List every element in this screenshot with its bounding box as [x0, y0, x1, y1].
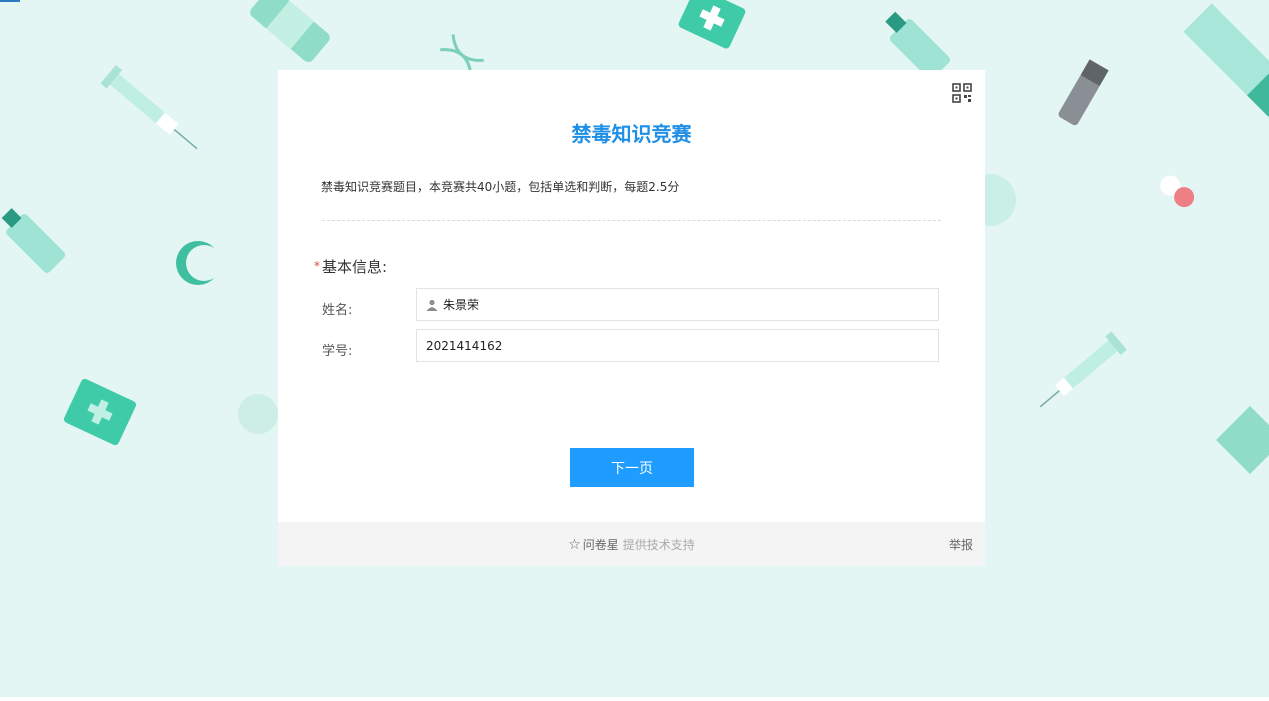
support-text: 提供技术支持: [622, 538, 695, 552]
report-link[interactable]: 举报: [949, 536, 973, 553]
qr-code-icon[interactable]: [952, 83, 972, 103]
dotted-circle-icon: [238, 394, 278, 434]
name-label: 姓名:: [322, 303, 353, 318]
name-value: 朱景荣: [443, 298, 480, 312]
survey-card: 禁毒知识竞赛 禁毒知识竞赛题目，本竞赛共40小题，包括单选和判断，每题2.5分 …: [278, 70, 985, 566]
pump-bottle-icon: [1, 208, 66, 273]
section-title-text: 基本信息:: [322, 258, 388, 276]
pill-icon: [1160, 175, 1195, 208]
syringe-icon: [100, 64, 198, 150]
footer-brand: ☆ 问卷星 提供技术支持: [278, 536, 985, 553]
required-mark: *: [314, 259, 320, 273]
bandage-icon-right: [1216, 406, 1269, 474]
tube-icon: [1183, 3, 1269, 117]
corner-marker: [0, 0, 20, 2]
person-icon: [426, 299, 438, 311]
survey-title: 禁毒知识竞赛: [571, 122, 692, 146]
bandage-icon: [250, 0, 330, 63]
next-page-button[interactable]: 下一页: [570, 448, 694, 487]
medkit-icon: [678, 0, 746, 49]
student-id-label: 学号:: [322, 344, 353, 359]
student-id-value: 2021414162: [426, 338, 503, 353]
medkit-icon-left: [63, 378, 137, 446]
syringe-icon-right: [1039, 331, 1127, 408]
brand-link[interactable]: 问卷星: [583, 538, 619, 552]
inhaler-icon: [1058, 59, 1109, 126]
name-field[interactable]: 朱景荣: [416, 288, 939, 321]
survey-description: 禁毒知识竞赛题目，本竞赛共40小题，包括单选和判断，每题2.5分: [321, 180, 680, 194]
section-title: * 基本信息:: [314, 256, 387, 277]
student-id-field[interactable]: 2021414162: [416, 329, 939, 362]
divider: [322, 220, 941, 221]
bottom-strip: [0, 697, 1269, 701]
star-icon: ☆: [568, 537, 581, 553]
footer: ☆ 问卷星 提供技术支持 举报: [278, 522, 985, 566]
capsule-ring-icon: [176, 241, 222, 285]
